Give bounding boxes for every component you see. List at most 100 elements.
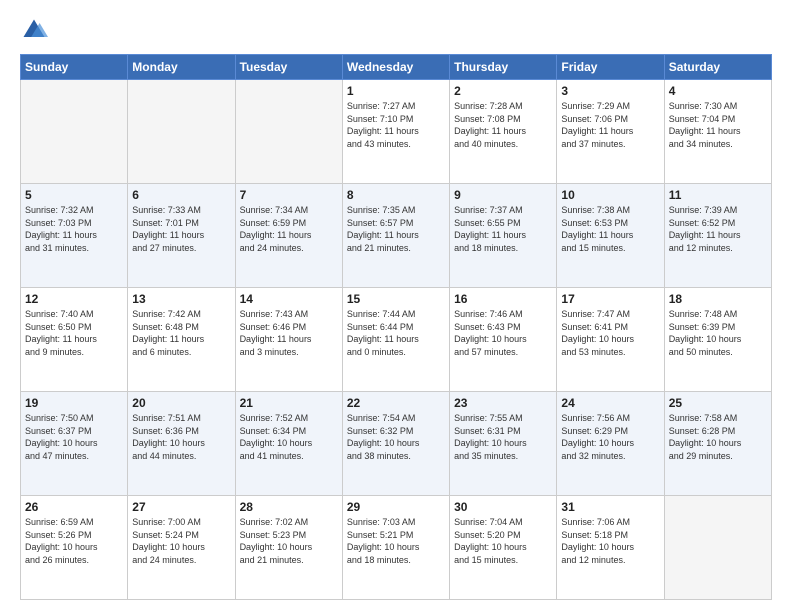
day-number: 26 bbox=[25, 500, 123, 514]
day-cell: 23 Sunrise: 7:55 AM Sunset: 6:31 PM Dayli… bbox=[450, 392, 557, 496]
page: SundayMondayTuesdayWednesdayThursdayFrid… bbox=[0, 0, 792, 612]
day-cell bbox=[128, 80, 235, 184]
day-cell: 13Sunrise: 7:42 AM Sunset: 6:48 PM Dayli… bbox=[128, 288, 235, 392]
week-row-3: 19 Sunrise: 7:50 AM Sunset: 6:37 PM Dayli… bbox=[21, 392, 772, 496]
day-number: 8 bbox=[347, 188, 445, 202]
day-cell: 16 Sunrise: 7:46 AM Sunset: 6:43 PM Dayli… bbox=[450, 288, 557, 392]
day-info: Sunrise: 7:32 AM Sunset: 7:03 PM Dayligh… bbox=[25, 204, 123, 254]
day-info: Sunrise: 7:29 AM Sunset: 7:06 PM Dayligh… bbox=[561, 100, 659, 150]
day-number: 2 bbox=[454, 84, 552, 98]
col-header-monday: Monday bbox=[128, 55, 235, 80]
logo bbox=[20, 16, 52, 44]
day-number: 3 bbox=[561, 84, 659, 98]
calendar: SundayMondayTuesdayWednesdayThursdayFrid… bbox=[20, 54, 772, 600]
day-number: 29 bbox=[347, 500, 445, 514]
day-info: Sunrise: 7:47 AM Sunset: 6:41 PM Dayligh… bbox=[561, 308, 659, 358]
day-cell bbox=[235, 80, 342, 184]
day-info: Sunrise: 7:04 AM Sunset: 5:20 PM Dayligh… bbox=[454, 516, 552, 566]
day-number: 18 bbox=[669, 292, 767, 306]
day-number: 22 bbox=[347, 396, 445, 410]
day-info: Sunrise: 7:52 AM Sunset: 6:34 PM Dayligh… bbox=[240, 412, 338, 462]
day-cell: 14 Sunrise: 7:43 AM Sunset: 6:46 PM Dayli… bbox=[235, 288, 342, 392]
day-number: 27 bbox=[132, 500, 230, 514]
day-info: Sunrise: 7:06 AM Sunset: 5:18 PM Dayligh… bbox=[561, 516, 659, 566]
day-cell: 11 Sunrise: 7:39 AM Sunset: 6:52 PM Dayli… bbox=[664, 184, 771, 288]
day-cell: 28Sunrise: 7:02 AM Sunset: 5:23 PM Dayli… bbox=[235, 496, 342, 600]
day-info: Sunrise: 7:27 AM Sunset: 7:10 PM Dayligh… bbox=[347, 100, 445, 150]
day-cell: 3 Sunrise: 7:29 AM Sunset: 7:06 PM Daylig… bbox=[557, 80, 664, 184]
day-number: 16 bbox=[454, 292, 552, 306]
day-number: 19 bbox=[25, 396, 123, 410]
day-number: 15 bbox=[347, 292, 445, 306]
day-number: 14 bbox=[240, 292, 338, 306]
day-info: Sunrise: 7:51 AM Sunset: 6:36 PM Dayligh… bbox=[132, 412, 230, 462]
day-cell bbox=[664, 496, 771, 600]
day-info: Sunrise: 7:39 AM Sunset: 6:52 PM Dayligh… bbox=[669, 204, 767, 254]
day-number: 23 bbox=[454, 396, 552, 410]
week-row-1: 5 Sunrise: 7:32 AM Sunset: 7:03 PM Daylig… bbox=[21, 184, 772, 288]
col-header-saturday: Saturday bbox=[664, 55, 771, 80]
week-row-2: 12Sunrise: 7:40 AM Sunset: 6:50 PM Dayli… bbox=[21, 288, 772, 392]
day-cell: 15Sunrise: 7:44 AM Sunset: 6:44 PM Dayli… bbox=[342, 288, 449, 392]
day-cell: 25Sunrise: 7:58 AM Sunset: 6:28 PM Dayli… bbox=[664, 392, 771, 496]
day-info: Sunrise: 7:48 AM Sunset: 6:39 PM Dayligh… bbox=[669, 308, 767, 358]
day-cell: 1Sunrise: 7:27 AM Sunset: 7:10 PM Daylig… bbox=[342, 80, 449, 184]
day-cell: 30Sunrise: 7:04 AM Sunset: 5:20 PM Dayli… bbox=[450, 496, 557, 600]
day-cell: 31 Sunrise: 7:06 AM Sunset: 5:18 PM Dayli… bbox=[557, 496, 664, 600]
day-number: 31 bbox=[561, 500, 659, 514]
day-number: 11 bbox=[669, 188, 767, 202]
day-number: 25 bbox=[669, 396, 767, 410]
day-info: Sunrise: 7:54 AM Sunset: 6:32 PM Dayligh… bbox=[347, 412, 445, 462]
day-info: Sunrise: 7:56 AM Sunset: 6:29 PM Dayligh… bbox=[561, 412, 659, 462]
day-number: 10 bbox=[561, 188, 659, 202]
day-number: 5 bbox=[25, 188, 123, 202]
col-header-tuesday: Tuesday bbox=[235, 55, 342, 80]
calendar-header-row: SundayMondayTuesdayWednesdayThursdayFrid… bbox=[21, 55, 772, 80]
col-header-sunday: Sunday bbox=[21, 55, 128, 80]
day-cell: 18 Sunrise: 7:48 AM Sunset: 6:39 PM Dayli… bbox=[664, 288, 771, 392]
day-info: Sunrise: 7:03 AM Sunset: 5:21 PM Dayligh… bbox=[347, 516, 445, 566]
day-number: 28 bbox=[240, 500, 338, 514]
logo-icon bbox=[20, 16, 48, 44]
col-header-wednesday: Wednesday bbox=[342, 55, 449, 80]
day-number: 13 bbox=[132, 292, 230, 306]
day-number: 21 bbox=[240, 396, 338, 410]
day-info: Sunrise: 7:46 AM Sunset: 6:43 PM Dayligh… bbox=[454, 308, 552, 358]
col-header-friday: Friday bbox=[557, 55, 664, 80]
day-cell: 6Sunrise: 7:33 AM Sunset: 7:01 PM Daylig… bbox=[128, 184, 235, 288]
day-info: Sunrise: 7:35 AM Sunset: 6:57 PM Dayligh… bbox=[347, 204, 445, 254]
day-cell: 2 Sunrise: 7:28 AM Sunset: 7:08 PM Daylig… bbox=[450, 80, 557, 184]
day-cell: 27 Sunrise: 7:00 AM Sunset: 5:24 PM Dayli… bbox=[128, 496, 235, 600]
day-cell: 20 Sunrise: 7:51 AM Sunset: 6:36 PM Dayli… bbox=[128, 392, 235, 496]
day-number: 7 bbox=[240, 188, 338, 202]
day-cell: 10 Sunrise: 7:38 AM Sunset: 6:53 PM Dayli… bbox=[557, 184, 664, 288]
day-cell: 29 Sunrise: 7:03 AM Sunset: 5:21 PM Dayli… bbox=[342, 496, 449, 600]
day-number: 9 bbox=[454, 188, 552, 202]
day-cell: 12Sunrise: 7:40 AM Sunset: 6:50 PM Dayli… bbox=[21, 288, 128, 392]
day-cell: 5 Sunrise: 7:32 AM Sunset: 7:03 PM Daylig… bbox=[21, 184, 128, 288]
day-number: 6 bbox=[132, 188, 230, 202]
day-info: Sunrise: 7:55 AM Sunset: 6:31 PM Dayligh… bbox=[454, 412, 552, 462]
day-cell: 7 Sunrise: 7:34 AM Sunset: 6:59 PM Daylig… bbox=[235, 184, 342, 288]
day-cell: 26Sunrise: 6:59 AM Sunset: 5:26 PM Dayli… bbox=[21, 496, 128, 600]
week-row-4: 26Sunrise: 6:59 AM Sunset: 5:26 PM Dayli… bbox=[21, 496, 772, 600]
day-info: Sunrise: 7:43 AM Sunset: 6:46 PM Dayligh… bbox=[240, 308, 338, 358]
day-number: 24 bbox=[561, 396, 659, 410]
col-header-thursday: Thursday bbox=[450, 55, 557, 80]
day-info: Sunrise: 7:38 AM Sunset: 6:53 PM Dayligh… bbox=[561, 204, 659, 254]
day-number: 4 bbox=[669, 84, 767, 98]
day-cell: 8 Sunrise: 7:35 AM Sunset: 6:57 PM Daylig… bbox=[342, 184, 449, 288]
day-cell: 4 Sunrise: 7:30 AM Sunset: 7:04 PM Daylig… bbox=[664, 80, 771, 184]
day-cell: 21 Sunrise: 7:52 AM Sunset: 6:34 PM Dayli… bbox=[235, 392, 342, 496]
day-info: Sunrise: 7:30 AM Sunset: 7:04 PM Dayligh… bbox=[669, 100, 767, 150]
day-cell: 17 Sunrise: 7:47 AM Sunset: 6:41 PM Dayli… bbox=[557, 288, 664, 392]
day-cell: 22 Sunrise: 7:54 AM Sunset: 6:32 PM Dayli… bbox=[342, 392, 449, 496]
day-number: 17 bbox=[561, 292, 659, 306]
header bbox=[20, 16, 772, 44]
day-info: Sunrise: 7:50 AM Sunset: 6:37 PM Dayligh… bbox=[25, 412, 123, 462]
day-info: Sunrise: 7:28 AM Sunset: 7:08 PM Dayligh… bbox=[454, 100, 552, 150]
day-number: 20 bbox=[132, 396, 230, 410]
day-info: Sunrise: 7:00 AM Sunset: 5:24 PM Dayligh… bbox=[132, 516, 230, 566]
day-cell: 24 Sunrise: 7:56 AM Sunset: 6:29 PM Dayli… bbox=[557, 392, 664, 496]
day-info: Sunrise: 7:34 AM Sunset: 6:59 PM Dayligh… bbox=[240, 204, 338, 254]
